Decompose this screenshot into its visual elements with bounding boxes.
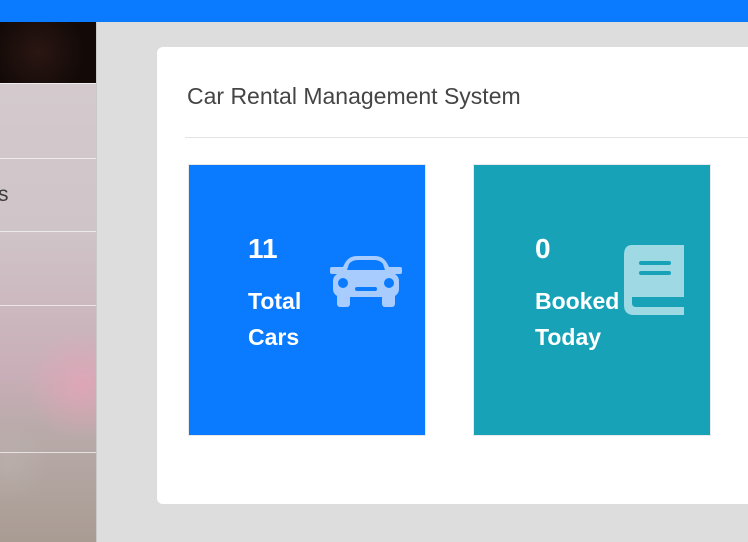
car-icon xyxy=(330,256,402,307)
sidebar-item[interactable] xyxy=(0,83,96,155)
sidebar-item[interactable] xyxy=(0,305,96,377)
sidebar-item[interactable] xyxy=(0,452,96,524)
sidebar-header-image xyxy=(0,22,96,83)
total-cars-card[interactable]: 11 Total Cars xyxy=(188,164,426,436)
divider xyxy=(185,137,748,138)
dashboard-panel: Car Rental Management System 11 Total Ca… xyxy=(157,47,748,504)
booked-today-label: Booked Today xyxy=(535,288,620,350)
booked-today-card[interactable]: 0 Booked Today xyxy=(473,164,711,436)
sidebar-item[interactable]: s xyxy=(0,158,96,230)
total-cars-count: 11 xyxy=(248,233,278,264)
page-title: Car Rental Management System xyxy=(187,83,521,109)
book-icon xyxy=(624,245,684,315)
sidebar-item[interactable] xyxy=(0,231,96,303)
top-navbar xyxy=(0,0,748,22)
booked-today-count: 0 xyxy=(535,233,551,264)
sidebar-item-label: s xyxy=(0,183,9,207)
sidebar: s xyxy=(0,22,97,542)
